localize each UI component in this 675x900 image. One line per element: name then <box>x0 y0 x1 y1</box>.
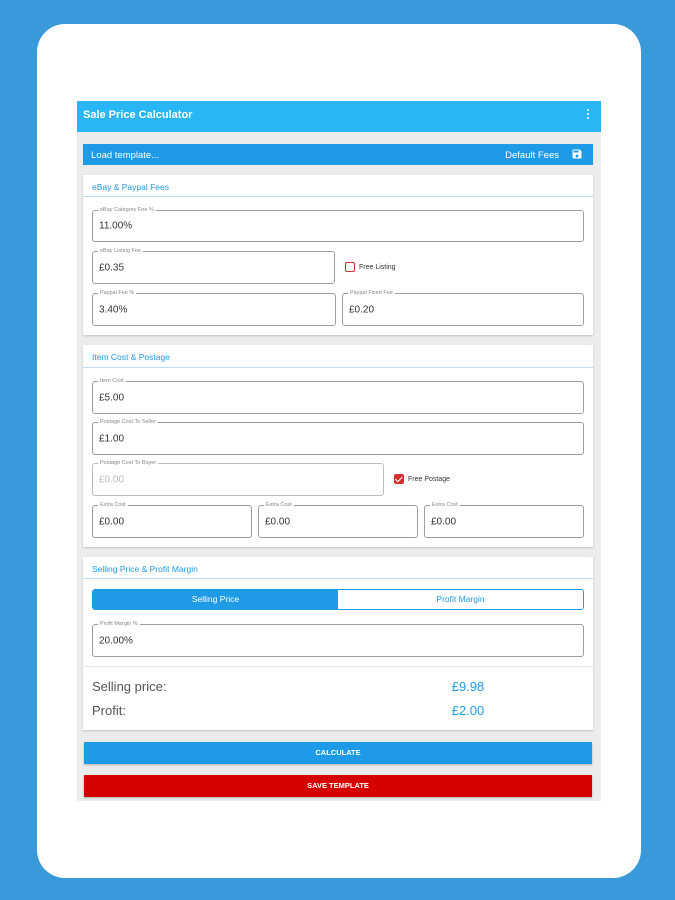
profit-margin-field[interactable]: Profit Margin % 20.00% <box>92 620 584 657</box>
extra-cost-field-2[interactable]: Extra Cost £0.00 <box>258 501 418 538</box>
extra-cost-field-3[interactable]: Extra Cost £0.00 <box>424 501 584 538</box>
divider <box>83 578 593 579</box>
checkbox-checked-icon[interactable] <box>394 474 404 484</box>
postage-buyer-value: £0.00 <box>99 474 125 485</box>
divider <box>83 196 593 197</box>
item-cost-value: £5.00 <box>99 392 125 403</box>
floppy-disk-icon[interactable] <box>571 148 583 160</box>
postage-buyer-label: Postage Cost To Buyer <box>98 459 159 467</box>
extra-cost-value: £0.00 <box>431 516 457 527</box>
paypal-fee-value: 3.40% <box>99 304 128 315</box>
extra-cost-value: £0.00 <box>99 516 125 527</box>
paypal-fixed-fee-label: Paypal Fixed Fee <box>348 289 395 297</box>
paypal-fee-label: Paypal Fee % <box>98 289 137 297</box>
listing-fee-label: eBay Listing Fee <box>98 247 143 255</box>
selling-card-title: Selling Price & Profit Margin <box>92 564 198 574</box>
costs-card-title: Item Cost & Postage <box>92 352 170 362</box>
checkbox-unchecked-icon[interactable] <box>345 262 355 272</box>
paypal-fixed-fee-value: £0.20 <box>349 304 375 315</box>
category-fee-field[interactable]: eBay Category Fee % 11.00% <box>92 206 584 242</box>
profit-margin-label: Profit Margin % <box>98 620 140 628</box>
profit-value: £2.00 <box>451 703 485 718</box>
extra-cost-value: £0.00 <box>265 516 291 527</box>
extra-cost-label: Extra Cost <box>98 501 128 509</box>
item-cost-label: Item Cost <box>98 377 126 385</box>
app-screen: Sale Price Calculator Load template... D… <box>77 101 601 801</box>
tab-selling-price[interactable]: Selling Price <box>93 590 338 609</box>
fees-card: eBay & Paypal Fees eBay Category Fee % 1… <box>83 175 593 335</box>
paypal-fixed-fee-field[interactable]: Paypal Fixed Fee £0.20 <box>342 289 584 326</box>
extra-cost-label: Extra Cost <box>264 501 294 509</box>
costs-card: Item Cost & Postage Item Cost £5.00 Post… <box>83 345 593 547</box>
postage-seller-label: Postage Cost To Seller <box>98 418 158 426</box>
free-listing-label: Free Listing <box>359 263 396 271</box>
default-fees-label[interactable]: Default Fees <box>505 150 559 161</box>
category-fee-label: eBay Category Fee % <box>98 206 156 214</box>
template-bar: Load template... Default Fees <box>83 144 593 165</box>
listing-fee-value: £0.35 <box>99 262 125 273</box>
postage-buyer-field[interactable]: Postage Cost To Buyer £0.00 <box>92 459 384 496</box>
save-template-button[interactable]: SAVE TEMPLATE <box>84 775 592 797</box>
fees-card-title: eBay & Paypal Fees <box>92 182 170 192</box>
load-template-button[interactable]: Load template... <box>91 150 159 161</box>
selling-price-value: £9.98 <box>451 679 485 694</box>
extra-cost-field-1[interactable]: Extra Cost £0.00 <box>92 501 252 538</box>
profit-margin-value: 20.00% <box>99 635 133 646</box>
calculate-button[interactable]: CALCULATE <box>84 742 592 764</box>
divider <box>83 666 593 667</box>
selling-price-label: Selling price: <box>92 679 167 694</box>
postage-seller-value: £1.00 <box>99 433 125 444</box>
category-fee-value: 11.00% <box>99 220 133 232</box>
free-postage-label: Free Postage <box>408 475 451 483</box>
tab-profit-margin[interactable]: Profit Margin <box>338 590 583 609</box>
item-cost-field[interactable]: Item Cost £5.00 <box>92 377 584 414</box>
more-vert-icon[interactable] <box>585 107 591 123</box>
divider <box>83 367 593 368</box>
mode-segmented-control: Selling Price Profit Margin <box>92 589 584 610</box>
paypal-fee-field[interactable]: Paypal Fee % 3.40% <box>92 289 336 326</box>
extra-cost-label: Extra Cost <box>430 501 460 509</box>
free-postage-checkbox[interactable]: Free Postage <box>394 474 450 484</box>
app-bar: Sale Price Calculator <box>77 101 601 132</box>
listing-fee-field[interactable]: eBay Listing Fee £0.35 <box>92 247 335 284</box>
selling-card: Selling Price & Profit Margin Selling Pr… <box>83 557 593 730</box>
profit-label: Profit: <box>92 703 126 718</box>
free-listing-checkbox[interactable]: Free Listing <box>345 262 396 272</box>
postage-seller-field[interactable]: Postage Cost To Seller £1.00 <box>92 418 584 455</box>
app-title: Sale Price Calculator <box>83 109 193 121</box>
